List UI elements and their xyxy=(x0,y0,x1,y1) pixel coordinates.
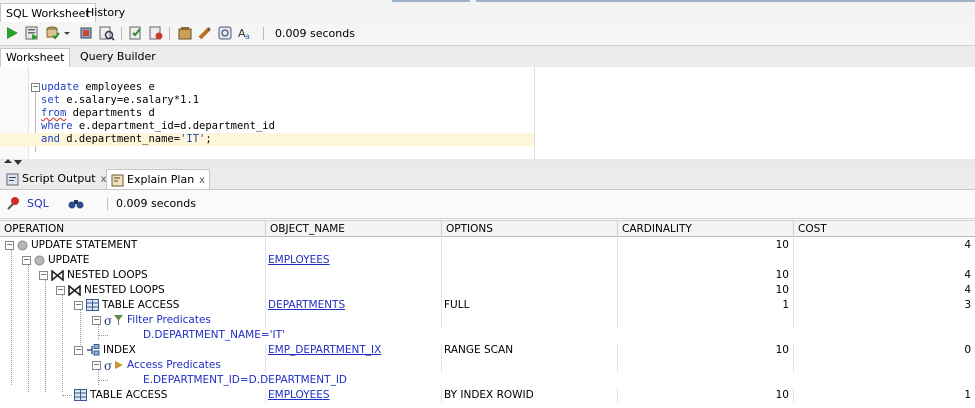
column-header-cardinality[interactable]: CARDINALITY xyxy=(618,220,794,237)
explain-plan-icon[interactable] xyxy=(99,25,115,41)
object-name-cell xyxy=(266,268,442,283)
results-tab-bar: Script Output x Explain Plan x xyxy=(0,167,975,190)
object-name-link[interactable]: DEPARTMENTS xyxy=(268,299,345,311)
worksheet-toolbar: Aa 0.009 seconds xyxy=(0,22,975,46)
cost-cell: 4 xyxy=(964,284,971,296)
explain-plan-grid: OPERATION OBJECT_NAME OPTIONS CARDINALIT… xyxy=(0,220,975,408)
column-header-object-name[interactable]: OBJECT_NAME xyxy=(266,220,442,237)
cardinality-cell: 1 xyxy=(618,298,794,313)
cost-cell: 3 xyxy=(964,299,971,311)
tree-connector xyxy=(98,335,108,337)
tab-query-builder[interactable]: Query Builder xyxy=(75,48,161,66)
options-cell xyxy=(442,238,618,253)
cost-cell: 0 xyxy=(964,344,971,356)
right-margin-line xyxy=(534,67,535,159)
code-line-2: set e.salary=e.salary*1.1 xyxy=(41,94,200,106)
table-row[interactable]: TABLE ACCESS EMPLOYEES BY INDEX ROWID 10… xyxy=(0,388,975,403)
table-row[interactable]: − σ Filter Predicates xyxy=(0,313,975,328)
cost-cell: 4 xyxy=(964,239,971,251)
options-cell: FULL xyxy=(442,298,618,313)
cardinality-cell xyxy=(618,253,794,268)
worksheet-tab-bar: SQL Worksheet History xyxy=(0,0,975,23)
predicate-text: D.DEPARTMENT_NAME='IT' xyxy=(143,329,285,341)
explain-plan-toolbar: SQL 0.009 seconds xyxy=(0,190,975,219)
tree-connector xyxy=(98,380,108,382)
cost-cell: 1 xyxy=(964,389,971,401)
object-name-link[interactable]: EMP_DEPARTMENT_IX xyxy=(268,344,381,356)
run-script-icon[interactable] xyxy=(24,25,40,41)
script-output-icon xyxy=(6,173,19,185)
table-row[interactable]: E.DEPARTMENT_ID=D.DEPARTMENT_ID xyxy=(0,373,975,388)
toolbar-separator xyxy=(263,27,264,40)
sql-history-icon[interactable] xyxy=(217,25,233,41)
tab-history[interactable]: History xyxy=(81,3,130,22)
table-row[interactable]: − INDEX EMP_DEPARTMENT_IX RANGE SCAN 10 0 xyxy=(0,343,975,358)
cost-cell xyxy=(794,253,975,268)
code-line-3: from departments d xyxy=(41,107,155,119)
cardinality-cell: 10 xyxy=(618,283,794,298)
rollback-icon[interactable] xyxy=(79,25,95,41)
toolbar-separator xyxy=(169,27,170,40)
object-name-link[interactable]: EMPLOYEES xyxy=(268,389,330,401)
cost-cell: 4 xyxy=(964,269,971,281)
table-row[interactable]: − UPDATE STATEMENT 10 4 xyxy=(0,238,975,253)
cardinality-cell: 10 xyxy=(618,238,794,253)
explain-plan-tab-icon xyxy=(111,174,124,186)
table-row[interactable]: − NESTED LOOPS 10 4 xyxy=(0,268,975,283)
options-cell xyxy=(442,253,618,268)
execution-time: 0.009 seconds xyxy=(275,27,355,40)
tab-bar-highlight xyxy=(392,0,470,2)
binoculars-icon[interactable] xyxy=(68,196,84,210)
table-row[interactable]: − σ Access Predicates xyxy=(0,358,975,373)
plan-execution-time: 0.009 seconds xyxy=(116,197,196,210)
object-name-cell xyxy=(266,238,442,253)
options-cell: BY INDEX ROWID xyxy=(442,388,618,403)
commit-icon[interactable] xyxy=(44,25,60,41)
options-cell xyxy=(442,283,618,298)
code-line-1: update employees e xyxy=(41,81,155,93)
sql-button[interactable]: SQL xyxy=(27,197,49,210)
code-line-4: where e.department_id=d.department_id xyxy=(41,120,275,132)
predicate-text: E.DEPARTMENT_ID=D.DEPARTMENT_ID xyxy=(143,374,347,386)
sql-tuning-icon[interactable] xyxy=(148,25,164,41)
toolbar-separator xyxy=(121,27,122,40)
close-icon[interactable]: x xyxy=(199,175,205,186)
cardinality-cell: 10 xyxy=(618,268,794,283)
table-row[interactable]: D.DEPARTMENT_NAME='IT' xyxy=(0,328,975,343)
tab-script-output[interactable]: Script Output x xyxy=(2,169,111,188)
tab-explain-plan[interactable]: Explain Plan x xyxy=(106,169,211,189)
run-statement-icon[interactable] xyxy=(4,25,20,41)
table-row[interactable]: − TABLE ACCESS DEPARTMENTS FULL 1 3 xyxy=(0,298,975,313)
toolbar-separator xyxy=(107,198,108,210)
sql-editor[interactable]: − update employees e set e.salary=e.sala… xyxy=(0,67,975,160)
dropdown-arrow-icon[interactable] xyxy=(62,25,72,41)
column-header-options[interactable]: OPTIONS xyxy=(442,220,618,237)
history-icon[interactable] xyxy=(197,25,213,41)
tab-worksheet[interactable]: Worksheet xyxy=(0,48,71,67)
options-cell xyxy=(442,268,618,283)
cardinality-cell: 10 xyxy=(618,343,794,358)
clear-icon[interactable] xyxy=(177,25,193,41)
column-header-operation[interactable]: OPERATION xyxy=(0,220,266,237)
tab-bar-highlight xyxy=(476,0,975,2)
object-name-cell xyxy=(266,283,442,298)
table-row[interactable]: − NESTED LOOPS 10 4 xyxy=(0,283,975,298)
autotrace-icon[interactable] xyxy=(128,25,144,41)
cardinality-cell: 10 xyxy=(618,388,794,403)
pin-icon[interactable] xyxy=(6,196,21,211)
format-icon[interactable]: Aa xyxy=(237,25,253,41)
column-header-cost[interactable]: COST xyxy=(794,220,975,237)
code-line-5: and d.department_name='IT'; xyxy=(41,133,212,145)
options-cell: RANGE SCAN xyxy=(442,343,618,358)
object-name-link[interactable]: EMPLOYEES xyxy=(268,254,330,266)
splitter-arrows-icon[interactable] xyxy=(3,159,23,167)
editor-tab-bar: Worksheet Query Builder xyxy=(0,46,975,68)
svg-text:a: a xyxy=(245,32,250,41)
table-row[interactable]: − UPDATE EMPLOYEES xyxy=(0,253,975,268)
fold-toggle-icon[interactable]: − xyxy=(31,83,40,92)
